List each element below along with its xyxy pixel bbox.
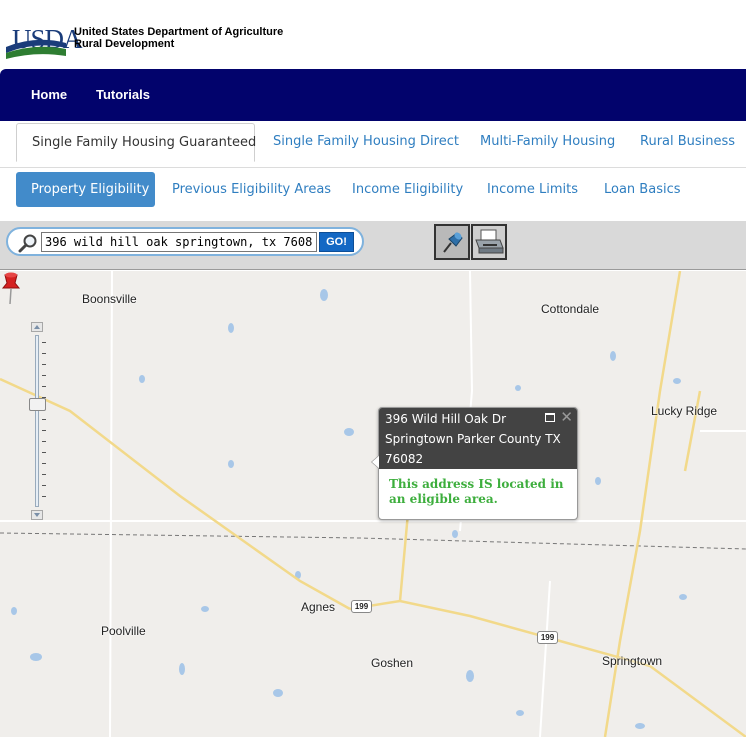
location-pin-icon[interactable] — [0, 271, 22, 305]
close-icon[interactable]: ✕ — [560, 408, 573, 426]
department-subtitle: Rural Development — [74, 38, 175, 50]
address-search: GO! — [6, 227, 364, 256]
main-nav: Home Tutorials — [0, 69, 746, 121]
zoom-in-button[interactable] — [31, 322, 43, 332]
department-title: United States Department of Agriculture — [74, 26, 284, 38]
search-icon — [18, 234, 37, 253]
tab-rural-business[interactable]: Rural Business — [640, 134, 735, 149]
route-shield: 199 — [537, 631, 558, 644]
place-goshen: Goshen — [371, 656, 414, 670]
tab-single-family-housing-guaranteed[interactable]: Single Family Housing Guaranteed — [16, 123, 256, 162]
address-search-input[interactable] — [41, 232, 317, 252]
popup-address-line3: 76082 — [385, 452, 424, 466]
subtab-income-limits[interactable]: Income Limits — [487, 182, 578, 197]
printer-icon — [475, 229, 504, 254]
zoom-out-button[interactable] — [31, 510, 43, 520]
zoom-track[interactable] — [35, 335, 39, 507]
address-info-popup: 396 Wild Hill Oak Dr Springtown Parker C… — [371, 407, 578, 520]
zoom-handle[interactable] — [29, 398, 46, 411]
push-pin-icon — [443, 232, 463, 253]
chevron-up-icon — [34, 325, 40, 329]
zoom-tick — [42, 386, 46, 387]
subtab-previous-eligibility-areas[interactable]: Previous Eligibility Areas — [172, 182, 331, 197]
program-tabs: Single Family Housing Guaranteed Single … — [0, 121, 746, 168]
zoom-tick — [42, 375, 46, 376]
place-cottondale: Cottondale — [541, 302, 600, 316]
chevron-down-icon — [34, 513, 40, 517]
zoom-tick — [42, 419, 46, 420]
zoom-tick — [42, 452, 46, 453]
place-boonsville: Boonsville — [82, 292, 137, 306]
place-lucky-ridge: Lucky Ridge — [651, 404, 718, 418]
tab-single-family-housing-direct[interactable]: Single Family Housing Direct — [273, 134, 459, 149]
zoom-tick — [42, 364, 46, 365]
usda-logo[interactable]: USDA — [6, 14, 83, 60]
subtab-income-eligibility[interactable]: Income Eligibility — [352, 182, 463, 197]
place-poolville: Poolville — [101, 624, 146, 638]
zoom-tick — [42, 485, 46, 486]
place-pin-button[interactable] — [434, 224, 470, 260]
maximize-icon[interactable] — [545, 413, 555, 422]
zoom-tick — [42, 441, 46, 442]
tab-multi-family-housing[interactable]: Multi-Family Housing — [480, 134, 615, 149]
go-button[interactable]: GO! — [319, 232, 354, 252]
eligibility-subtabs: Property Eligibility Previous Eligibilit… — [0, 168, 746, 221]
map-toolbar: GO! — [0, 221, 746, 270]
print-button[interactable] — [471, 224, 507, 260]
eligibility-message: This address IS located in an eligible a… — [389, 477, 564, 506]
usda-logo-swoosh-icon — [6, 39, 66, 59]
site-header: USDA United States Department of Agricul… — [0, 0, 746, 69]
zoom-slider[interactable] — [29, 322, 46, 522]
zoom-tick — [42, 474, 46, 475]
route-shield: 199 — [351, 600, 372, 613]
subtab-loan-basics[interactable]: Loan Basics — [604, 182, 681, 197]
zoom-tick — [42, 342, 46, 343]
place-springtown: Springtown — [602, 654, 663, 668]
popup-address-line1: 396 Wild Hill Oak Dr — [385, 412, 506, 426]
place-agnes: Agnes — [301, 600, 336, 614]
popup-address-line2: Springtown Parker County TX — [385, 432, 561, 446]
zoom-tick — [42, 353, 46, 354]
nav-tutorials-link[interactable]: Tutorials — [96, 87, 150, 102]
nav-home-link[interactable]: Home — [31, 87, 67, 102]
subtab-property-eligibility[interactable]: Property Eligibility — [16, 172, 155, 207]
zoom-tick — [42, 496, 46, 497]
zoom-tick — [42, 430, 46, 431]
department-name: United States Department of Agriculture … — [74, 26, 283, 50]
zoom-tick — [42, 463, 46, 464]
eligibility-map[interactable]: Boonsville Cottondale Lucky Ridge Agnes … — [0, 271, 746, 737]
